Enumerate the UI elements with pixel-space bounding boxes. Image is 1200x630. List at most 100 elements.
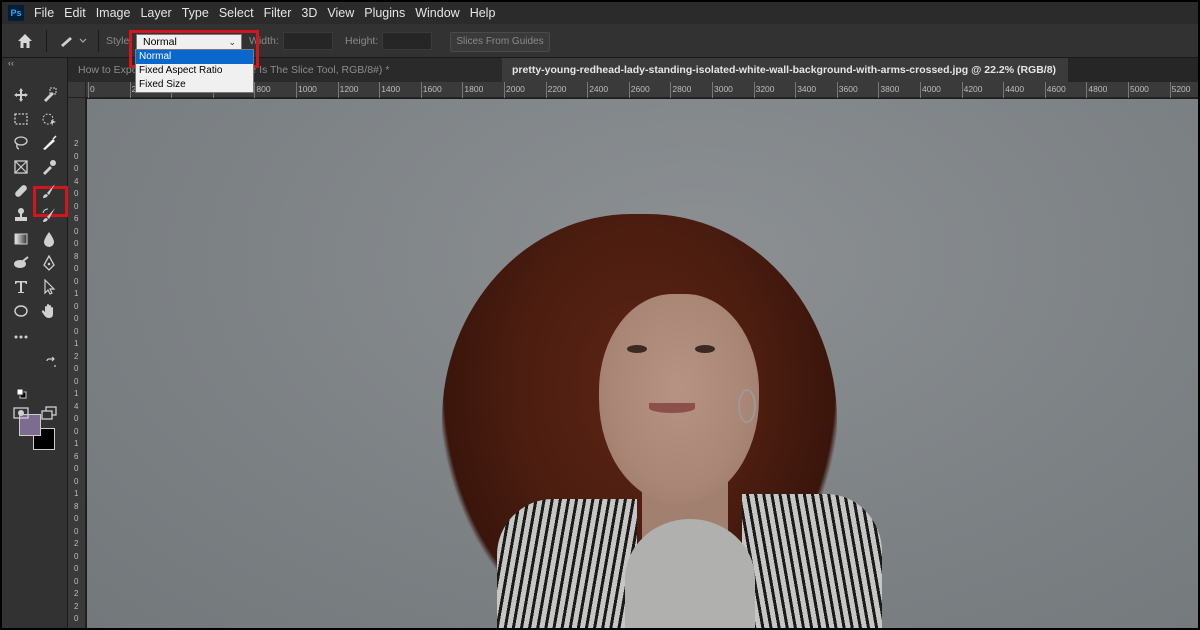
- ruler-tick: [296, 82, 297, 98]
- menu-view[interactable]: View: [327, 6, 354, 20]
- object-select-icon[interactable]: [38, 108, 60, 130]
- ruler-label: 0: [74, 314, 79, 323]
- menu-image[interactable]: Image: [96, 6, 131, 20]
- photo-shirt: [625, 519, 755, 628]
- photo-eye-left: [627, 345, 647, 353]
- ruler-label: 0: [74, 476, 79, 486]
- photo-earring: [738, 389, 756, 423]
- ruler-label: 0: [74, 576, 79, 586]
- ruler-tick: [462, 82, 464, 98]
- tool-preset-picker[interactable]: [58, 34, 92, 48]
- menu-window[interactable]: Window: [415, 6, 459, 20]
- width-field[interactable]: [283, 32, 333, 50]
- ruler-label: 0: [74, 326, 79, 336]
- default-colors-icon[interactable]: [16, 386, 27, 399]
- ruler-label: 0: [74, 514, 79, 523]
- ruler-tick: [836, 82, 838, 98]
- menu-file[interactable]: File: [34, 6, 54, 20]
- brush-icon[interactable]: [38, 180, 60, 202]
- ruler-label: 1200: [339, 84, 359, 94]
- path-select-icon[interactable]: [38, 276, 60, 298]
- ruler-tick: [1128, 82, 1129, 98]
- gradient-icon[interactable]: [10, 228, 32, 250]
- menu-edit[interactable]: Edit: [64, 6, 86, 20]
- menu-filter[interactable]: Filter: [264, 6, 292, 20]
- ruler-label: 2: [74, 589, 79, 598]
- menu-3d[interactable]: 3D: [301, 6, 317, 20]
- ruler-tick: [129, 82, 131, 98]
- ruler-label: 0: [74, 301, 79, 311]
- ruler-tick: [379, 82, 381, 98]
- marquee-icon[interactable]: [10, 108, 32, 130]
- stamp-icon[interactable]: [10, 204, 32, 226]
- move-icon[interactable]: [10, 84, 32, 106]
- ruler-label: 1: [74, 289, 79, 298]
- home-icon[interactable]: [16, 32, 34, 50]
- ruler-label: 2: [74, 139, 79, 148]
- divider: [46, 30, 47, 52]
- ruler-label: 1400: [381, 84, 401, 94]
- healing-icon[interactable]: [10, 180, 32, 202]
- menu-select[interactable]: Select: [219, 6, 254, 20]
- dodge-icon[interactable]: [10, 252, 32, 274]
- hand-icon[interactable]: [38, 300, 60, 322]
- ruler-label: 0: [74, 551, 79, 561]
- slices-from-guides-button[interactable]: Slices From Guides: [450, 32, 550, 52]
- eyedropper-icon[interactable]: [38, 156, 60, 178]
- slice-tool-icon[interactable]: [38, 132, 60, 154]
- artboard-icon[interactable]: [38, 84, 60, 106]
- style-option-fixed-aspect-ratio[interactable]: Fixed Aspect Ratio: [136, 64, 253, 78]
- tab-document-jpg[interactable]: pretty-young-redhead-lady-standing-isola…: [502, 58, 1068, 82]
- screen-mode-icon[interactable]: [38, 402, 60, 424]
- menu-help[interactable]: Help: [470, 6, 496, 20]
- ruler-label: 0: [74, 189, 79, 198]
- ruler-tick: [795, 82, 797, 98]
- divider: [98, 30, 99, 52]
- ruler-label: 4800: [1088, 84, 1108, 94]
- ruler-label: 8: [74, 251, 79, 261]
- ruler-tick: [920, 82, 921, 98]
- ruler-label: 1: [74, 489, 79, 498]
- ruler-label: 4: [74, 176, 79, 186]
- ruler-label: 1: [74, 439, 79, 448]
- ruler-tick: [753, 82, 755, 98]
- style-option-normal[interactable]: Normal: [136, 50, 253, 64]
- document-canvas[interactable]: [87, 99, 1198, 628]
- ruler-origin[interactable]: [68, 82, 86, 98]
- height-field[interactable]: [382, 32, 432, 50]
- ruler-label: 4600: [1046, 84, 1066, 94]
- frame-icon[interactable]: [10, 156, 32, 178]
- ruler-tick: [337, 82, 339, 98]
- ruler-label: 0: [74, 201, 79, 211]
- menu-plugins[interactable]: Plugins: [364, 6, 405, 20]
- photo-jacket-left: [497, 499, 637, 628]
- lasso-icon[interactable]: [10, 132, 32, 154]
- ruler-label: 5000: [1130, 84, 1149, 94]
- ruler-tick: [878, 82, 880, 98]
- type-icon[interactable]: [10, 276, 32, 298]
- blur-icon[interactable]: [38, 228, 60, 250]
- ellipse-icon[interactable]: [10, 300, 32, 322]
- ruler-label: 2200: [547, 84, 567, 94]
- menu-bar: Ps File Edit Image Layer Type Select Fil…: [2, 2, 1198, 24]
- collapse-panel-icon[interactable]: ‹‹: [8, 58, 14, 68]
- ruler-label: 0: [74, 376, 79, 386]
- quick-mask-icon[interactable]: [10, 402, 32, 424]
- ruler-tick: [254, 82, 256, 98]
- pen-icon[interactable]: [38, 252, 60, 274]
- ruler-label: 3600: [838, 84, 858, 94]
- ruler-label: 1600: [422, 84, 442, 94]
- ruler-label: 0: [74, 226, 79, 236]
- ruler-label: 1800: [464, 84, 484, 94]
- ruler-label: 2000: [506, 84, 525, 94]
- swap-colors-icon[interactable]: [45, 356, 57, 368]
- vertical-ruler: 2 0 0 4 0 0 6 0 0 8 0 0 1 0 0 0 1 2 0 0 1 4 0 0 1 6 0 0 1 8 0 0 2 0 0 0 2 2 0: [68, 98, 86, 628]
- history-brush-icon[interactable]: [38, 204, 60, 226]
- ruler-label: 2: [74, 351, 79, 361]
- more-icon[interactable]: [10, 326, 32, 348]
- menu-layer[interactable]: Layer: [140, 6, 171, 20]
- ruler-label: 2800: [672, 84, 692, 94]
- menu-type[interactable]: Type: [182, 6, 209, 20]
- ruler-label: 6: [74, 451, 79, 461]
- style-option-fixed-size[interactable]: Fixed Size: [136, 78, 253, 92]
